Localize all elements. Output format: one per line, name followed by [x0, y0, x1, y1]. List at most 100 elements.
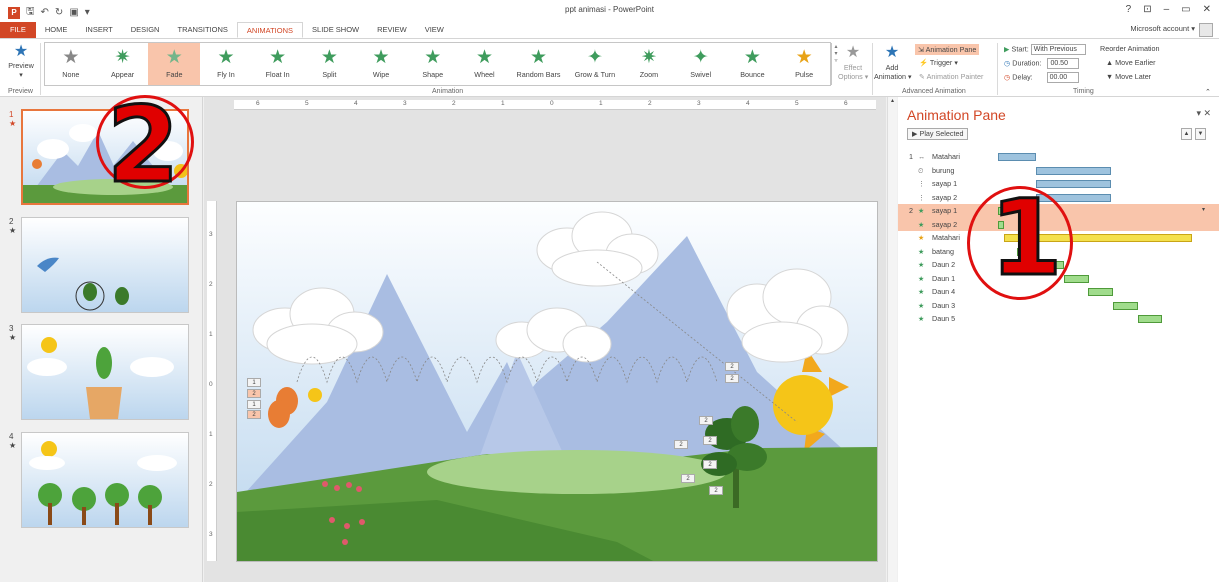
duration-input[interactable]: 00.50 — [1047, 58, 1080, 69]
animation-item-label: Daun 2 — [932, 260, 956, 269]
lightning-icon: ⚡ — [919, 58, 930, 67]
timeline-bar[interactable] — [1064, 274, 1089, 283]
effect-wipe[interactable]: ★ Wipe — [355, 43, 407, 85]
tab-animations[interactable]: ANIMATIONS — [236, 22, 304, 38]
animation-pane: Animation Pane ▾ ✕ ▶ Play Selected ▲ ▼ 1… — [898, 97, 1219, 582]
powerpoint-window: P 🖫 ↶ ↻ ▣ ▾ ppt animasi - PowerPoint ? ⊡… — [0, 0, 1219, 582]
effect-label: Split — [322, 70, 337, 79]
entrance-star-icon: ★ — [918, 233, 925, 242]
effect-float-in[interactable]: ★ Float In — [252, 43, 304, 85]
animation-tag: 1 — [247, 400, 261, 409]
animation-tag: 2 — [674, 440, 688, 449]
animation-tag: 2 — [247, 410, 261, 419]
ribbon-tabs: FILE HOME INSERT DESIGN TRANSITIONS ANIM… — [0, 22, 1219, 38]
timeline-bar[interactable] — [1137, 315, 1163, 323]
motion-path-icon: ⋮ — [918, 192, 926, 202]
effect-none[interactable]: ★ None — [45, 43, 97, 85]
slide-number: 1 ★ — [9, 110, 17, 128]
animation-pane-button[interactable]: ⇲ Animation Pane — [915, 44, 980, 55]
ribbon-display-icon[interactable]: ⊡ — [1143, 4, 1151, 15]
wheel-icon: ★ — [475, 47, 493, 68]
animation-item-label: Matahari — [932, 233, 960, 242]
timeline-bar[interactable] — [998, 153, 1036, 161]
fly-in-icon: ★ — [217, 47, 235, 68]
animation-item[interactable]: ★ Daun 3 — [898, 299, 1219, 313]
slide-thumbnail-3[interactable] — [21, 324, 189, 420]
effect-swivel[interactable]: ✦ Swivel — [675, 43, 727, 85]
trigger-button[interactable]: ⚡ Trigger ▾ — [919, 58, 958, 67]
tab-view[interactable]: VIEW — [416, 22, 453, 38]
move-up-icon[interactable]: ▲ — [1181, 128, 1192, 140]
random-bars-icon: ★ — [530, 47, 548, 68]
animation-item[interactable]: ⏲ burung — [898, 164, 1219, 178]
slide-artwork — [237, 211, 877, 561]
animation-tag: 1 — [247, 378, 261, 387]
tab-insert[interactable]: INSERT — [76, 22, 121, 38]
ruler-tick: 0 — [209, 381, 213, 388]
slide-canvas[interactable]: 1 2 1 2 2 2 2 2 2 2 2 2 — [236, 201, 878, 562]
tab-file[interactable]: FILE — [0, 22, 36, 38]
minimize-icon[interactable]: – — [1164, 4, 1170, 15]
effect-split[interactable]: ★ Split — [304, 43, 356, 85]
bounce-icon: ★ — [743, 47, 761, 68]
add-animation-icon: ★ — [884, 44, 900, 61]
vertical-scrollbar[interactable]: ▴ — [887, 97, 897, 582]
slide-thumbnail-4[interactable] — [21, 432, 189, 528]
effect-appear[interactable]: ✷ Appear — [97, 43, 149, 85]
effect-label: Grow & Turn — [574, 70, 616, 79]
animation-star-icon: ★ — [9, 119, 17, 128]
effect-shape[interactable]: ★ Shape — [407, 43, 459, 85]
animation-tag: 2 — [725, 362, 739, 371]
move-earlier-button[interactable]: ▲ Move Earlier — [1106, 58, 1155, 67]
ruler-tick: 1 — [501, 100, 505, 107]
animation-painter-button[interactable]: ✎ Animation Painter — [919, 72, 983, 81]
swivel-icon: ✦ — [692, 47, 709, 68]
avatar[interactable] — [1199, 23, 1213, 37]
preview-button[interactable]: ★ Preview ▾ — [6, 43, 36, 79]
effect-fly-in[interactable]: ★ Fly In — [200, 43, 252, 85]
slide-thumbnail-2[interactable] — [21, 217, 189, 313]
animation-item[interactable]: 1 ↔ Matahari — [898, 150, 1219, 164]
ruler-tick: 3 — [697, 100, 701, 107]
effect-options-button[interactable]: ★ Effect Options ▾ — [838, 43, 868, 81]
account-menu[interactable]: Microsoft account ▾ — [1130, 24, 1195, 33]
delay-input[interactable]: 00.00 — [1046, 72, 1079, 83]
tab-design[interactable]: DESIGN — [122, 22, 169, 38]
effect-fade[interactable]: ★ Fade — [148, 43, 201, 85]
move-later-button[interactable]: ▼ Move Later — [1106, 72, 1151, 81]
ruler-tick: 2 — [648, 100, 652, 107]
effect-wheel[interactable]: ★ Wheel — [459, 43, 511, 85]
start-select[interactable]: With Previous — [1030, 44, 1086, 55]
tab-home[interactable]: HOME — [36, 22, 77, 38]
tab-slide-show[interactable]: SLIDE SHOW — [303, 22, 368, 38]
effect-label: Fly In — [217, 70, 235, 79]
animation-tag: 2 — [709, 486, 723, 495]
collapse-ribbon-icon[interactable]: ⌃ — [1205, 87, 1211, 96]
painter-icon: ✎ — [919, 72, 927, 81]
entrance-star-icon: ★ — [918, 273, 925, 283]
ruler-tick: 3 — [403, 100, 407, 107]
restore-icon[interactable]: ▭ — [1181, 4, 1190, 15]
effect-bounce[interactable]: ★ Bounce — [727, 43, 779, 85]
effect-grow-turn[interactable]: ✦ Grow & Turn — [567, 43, 623, 85]
move-down-icon[interactable]: ▼ — [1195, 128, 1206, 140]
help-icon[interactable]: ? — [1126, 4, 1132, 15]
tab-review[interactable]: REVIEW — [368, 22, 416, 38]
timeline-bar[interactable] — [1035, 166, 1111, 175]
slide-3-preview — [27, 337, 174, 419]
play-selected-button[interactable]: ▶ Play Selected — [907, 128, 969, 140]
cloud-right — [726, 268, 849, 363]
effect-pulse[interactable]: ★ Pulse — [778, 43, 830, 85]
animation-item[interactable]: ★ Daun 5 — [898, 312, 1219, 326]
close-icon[interactable]: ✕ — [1203, 4, 1211, 15]
timeline-bar[interactable] — [1088, 288, 1113, 296]
title-bar: P 🖫 ↶ ↻ ▣ ▾ ppt animasi - PowerPoint ? ⊡… — [0, 0, 1219, 22]
horizontal-ruler: 6 5 4 3 2 1 0 1 2 3 4 5 6 — [234, 100, 876, 110]
item-dropdown-icon[interactable]: ▾ — [1202, 204, 1205, 217]
effect-random-bars[interactable]: ★ Random Bars — [510, 43, 566, 85]
add-animation-button[interactable]: ★ Add Animation ▾ — [874, 43, 912, 81]
timeline-bar[interactable] — [1112, 301, 1138, 310]
tab-transitions[interactable]: TRANSITIONS — [168, 22, 236, 38]
effect-zoom[interactable]: ✷ Zoom — [623, 43, 675, 85]
pane-options-close-icon[interactable]: ▾ ✕ — [1196, 108, 1211, 119]
